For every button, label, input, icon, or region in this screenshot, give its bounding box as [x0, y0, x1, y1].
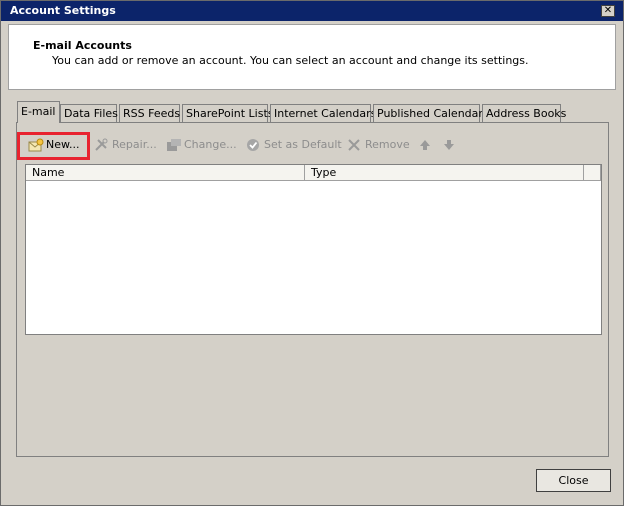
- title-bar[interactable]: Account Settings ✕: [1, 1, 623, 21]
- tab-label: SharePoint Lists: [186, 107, 274, 120]
- close-button[interactable]: Close: [536, 469, 611, 492]
- tab-sharepoint-lists[interactable]: SharePoint Lists: [182, 104, 274, 122]
- change-icon: [167, 139, 181, 151]
- remove-x-icon: [348, 139, 360, 151]
- header-panel: E-mail Accounts You can add or remove an…: [8, 24, 616, 90]
- tab-label: Data Files: [64, 107, 118, 120]
- account-settings-dialog: Account Settings ✕ E-mail Accounts You c…: [0, 0, 624, 506]
- set-as-default-label: Set as Default: [264, 138, 342, 151]
- column-header-type[interactable]: Type: [305, 165, 584, 181]
- remove-button[interactable]: Remove: [347, 133, 410, 157]
- tab-label: RSS Feeds: [123, 107, 181, 120]
- close-icon[interactable]: ✕: [601, 5, 615, 17]
- tab-label: Address Books: [486, 107, 567, 120]
- up-arrow-icon: [420, 140, 430, 150]
- column-header-filler: [584, 165, 601, 181]
- column-label: Type: [311, 166, 337, 179]
- repair-button[interactable]: Repair...: [94, 133, 157, 157]
- tab-label: Published Calendars: [377, 107, 489, 120]
- window-title: Account Settings: [10, 4, 116, 17]
- repair-label: Repair...: [112, 138, 157, 151]
- account-list[interactable]: Name Type: [25, 164, 602, 335]
- set-as-default-button[interactable]: Set as Default: [246, 133, 342, 157]
- close-label: Close: [558, 474, 589, 487]
- column-label: Name: [32, 166, 65, 179]
- header-title: E-mail Accounts: [33, 39, 132, 52]
- move-down-button[interactable]: [442, 133, 460, 157]
- change-button[interactable]: Change...: [166, 133, 237, 157]
- change-label: Change...: [184, 138, 237, 151]
- tab-data-files[interactable]: Data Files: [60, 104, 118, 122]
- column-header-name[interactable]: Name: [26, 165, 305, 181]
- check-circle-icon: [247, 139, 259, 151]
- tab-internet-calendars[interactable]: Internet Calendars: [270, 104, 376, 122]
- tab-published-calendars[interactable]: Published Calendars: [373, 104, 489, 122]
- tab-label: E-mail: [21, 105, 56, 118]
- tools-icon: [95, 138, 108, 151]
- tab-rss-feeds[interactable]: RSS Feeds: [119, 104, 180, 122]
- tab-email[interactable]: E-mail: [17, 101, 60, 123]
- down-arrow-icon: [444, 140, 454, 150]
- header-subtitle: You can add or remove an account. You ca…: [52, 54, 529, 67]
- move-up-button[interactable]: [418, 133, 436, 157]
- new-button-highlight: [17, 132, 90, 160]
- tab-label: Internet Calendars: [274, 107, 377, 120]
- remove-label: Remove: [365, 138, 410, 151]
- tab-address-books[interactable]: Address Books: [482, 104, 566, 122]
